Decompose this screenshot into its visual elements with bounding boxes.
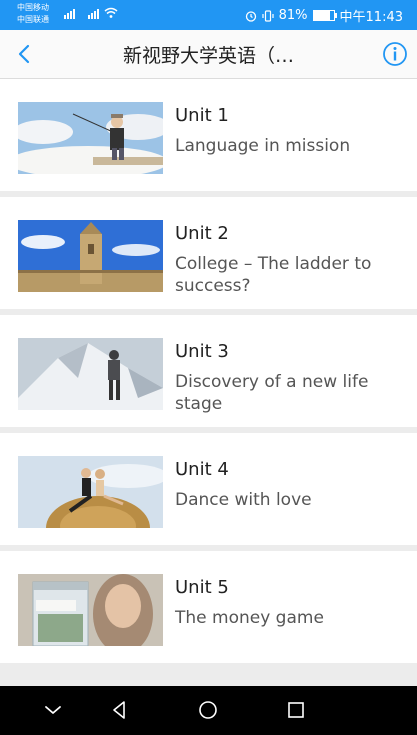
unit-subtitle: The money game [175, 608, 324, 628]
collapse-icon[interactable] [41, 698, 65, 722]
back-triangle-icon[interactable] [107, 698, 131, 722]
unit-subtitle: Discovery of a new life stage [175, 372, 369, 414]
vibrate-icon [262, 9, 274, 22]
info-icon[interactable] [379, 38, 411, 70]
unit-title: Unit 3 [175, 341, 229, 362]
title-bar: 新视野大学英语（… [0, 30, 417, 79]
recents-square-icon[interactable] [284, 698, 308, 722]
carrier-labels: 中国移动 中国联通 [17, 2, 49, 26]
unit-item-5[interactable]: Unit 5 The money game [0, 551, 417, 663]
unit-item-2[interactable]: Unit 2 College – The ladder to success? [0, 197, 417, 309]
home-circle-icon[interactable] [196, 698, 220, 722]
college-jar-money-photo [18, 574, 163, 646]
unit-item-1[interactable]: Unit 1 Language in mission [0, 79, 417, 191]
unit-title: Unit 1 [175, 105, 229, 126]
battery-icon [312, 10, 337, 21]
unit-list: Unit 1 Language in mission Unit 2 Colleg… [0, 79, 417, 669]
chevron-left-icon[interactable] [10, 38, 40, 70]
man-fishing-on-clouds-photo [18, 102, 163, 174]
wifi-icon [104, 7, 118, 18]
signal-2-icon [88, 6, 99, 19]
page-title: 新视野大学英语（… [122, 45, 294, 67]
status-right: 81% 中午11:43 [245, 6, 403, 25]
carrier-1: 中国移动 [17, 3, 49, 12]
unit-subtitle: Dance with love [175, 490, 312, 510]
unit-title: Unit 4 [175, 459, 229, 480]
unit-title: Unit 5 [175, 577, 229, 598]
battery-percent: 81% [278, 8, 308, 23]
navigation-bar [0, 686, 417, 735]
couple-on-haybale-photo [18, 456, 163, 528]
unit-title: Unit 2 [175, 223, 229, 244]
college-tower-photo [18, 220, 163, 292]
unit-item-4[interactable]: Unit 4 Dance with love [0, 433, 417, 545]
unit-subtitle: Language in mission [175, 136, 351, 156]
clock: 中午11:43 [339, 10, 403, 25]
mountain-climber-photo [18, 338, 163, 410]
unit-item-3[interactable]: Unit 3 Discovery of a new life stage [0, 315, 417, 427]
signal-1-icon [64, 6, 75, 19]
unit-subtitle: College – The ladder to success? [175, 254, 372, 296]
carrier-2: 中国联通 [17, 15, 49, 24]
alarm-icon [245, 10, 256, 22]
status-bar: 中国移动 中国联通 81% 中午11:43 [0, 0, 417, 30]
